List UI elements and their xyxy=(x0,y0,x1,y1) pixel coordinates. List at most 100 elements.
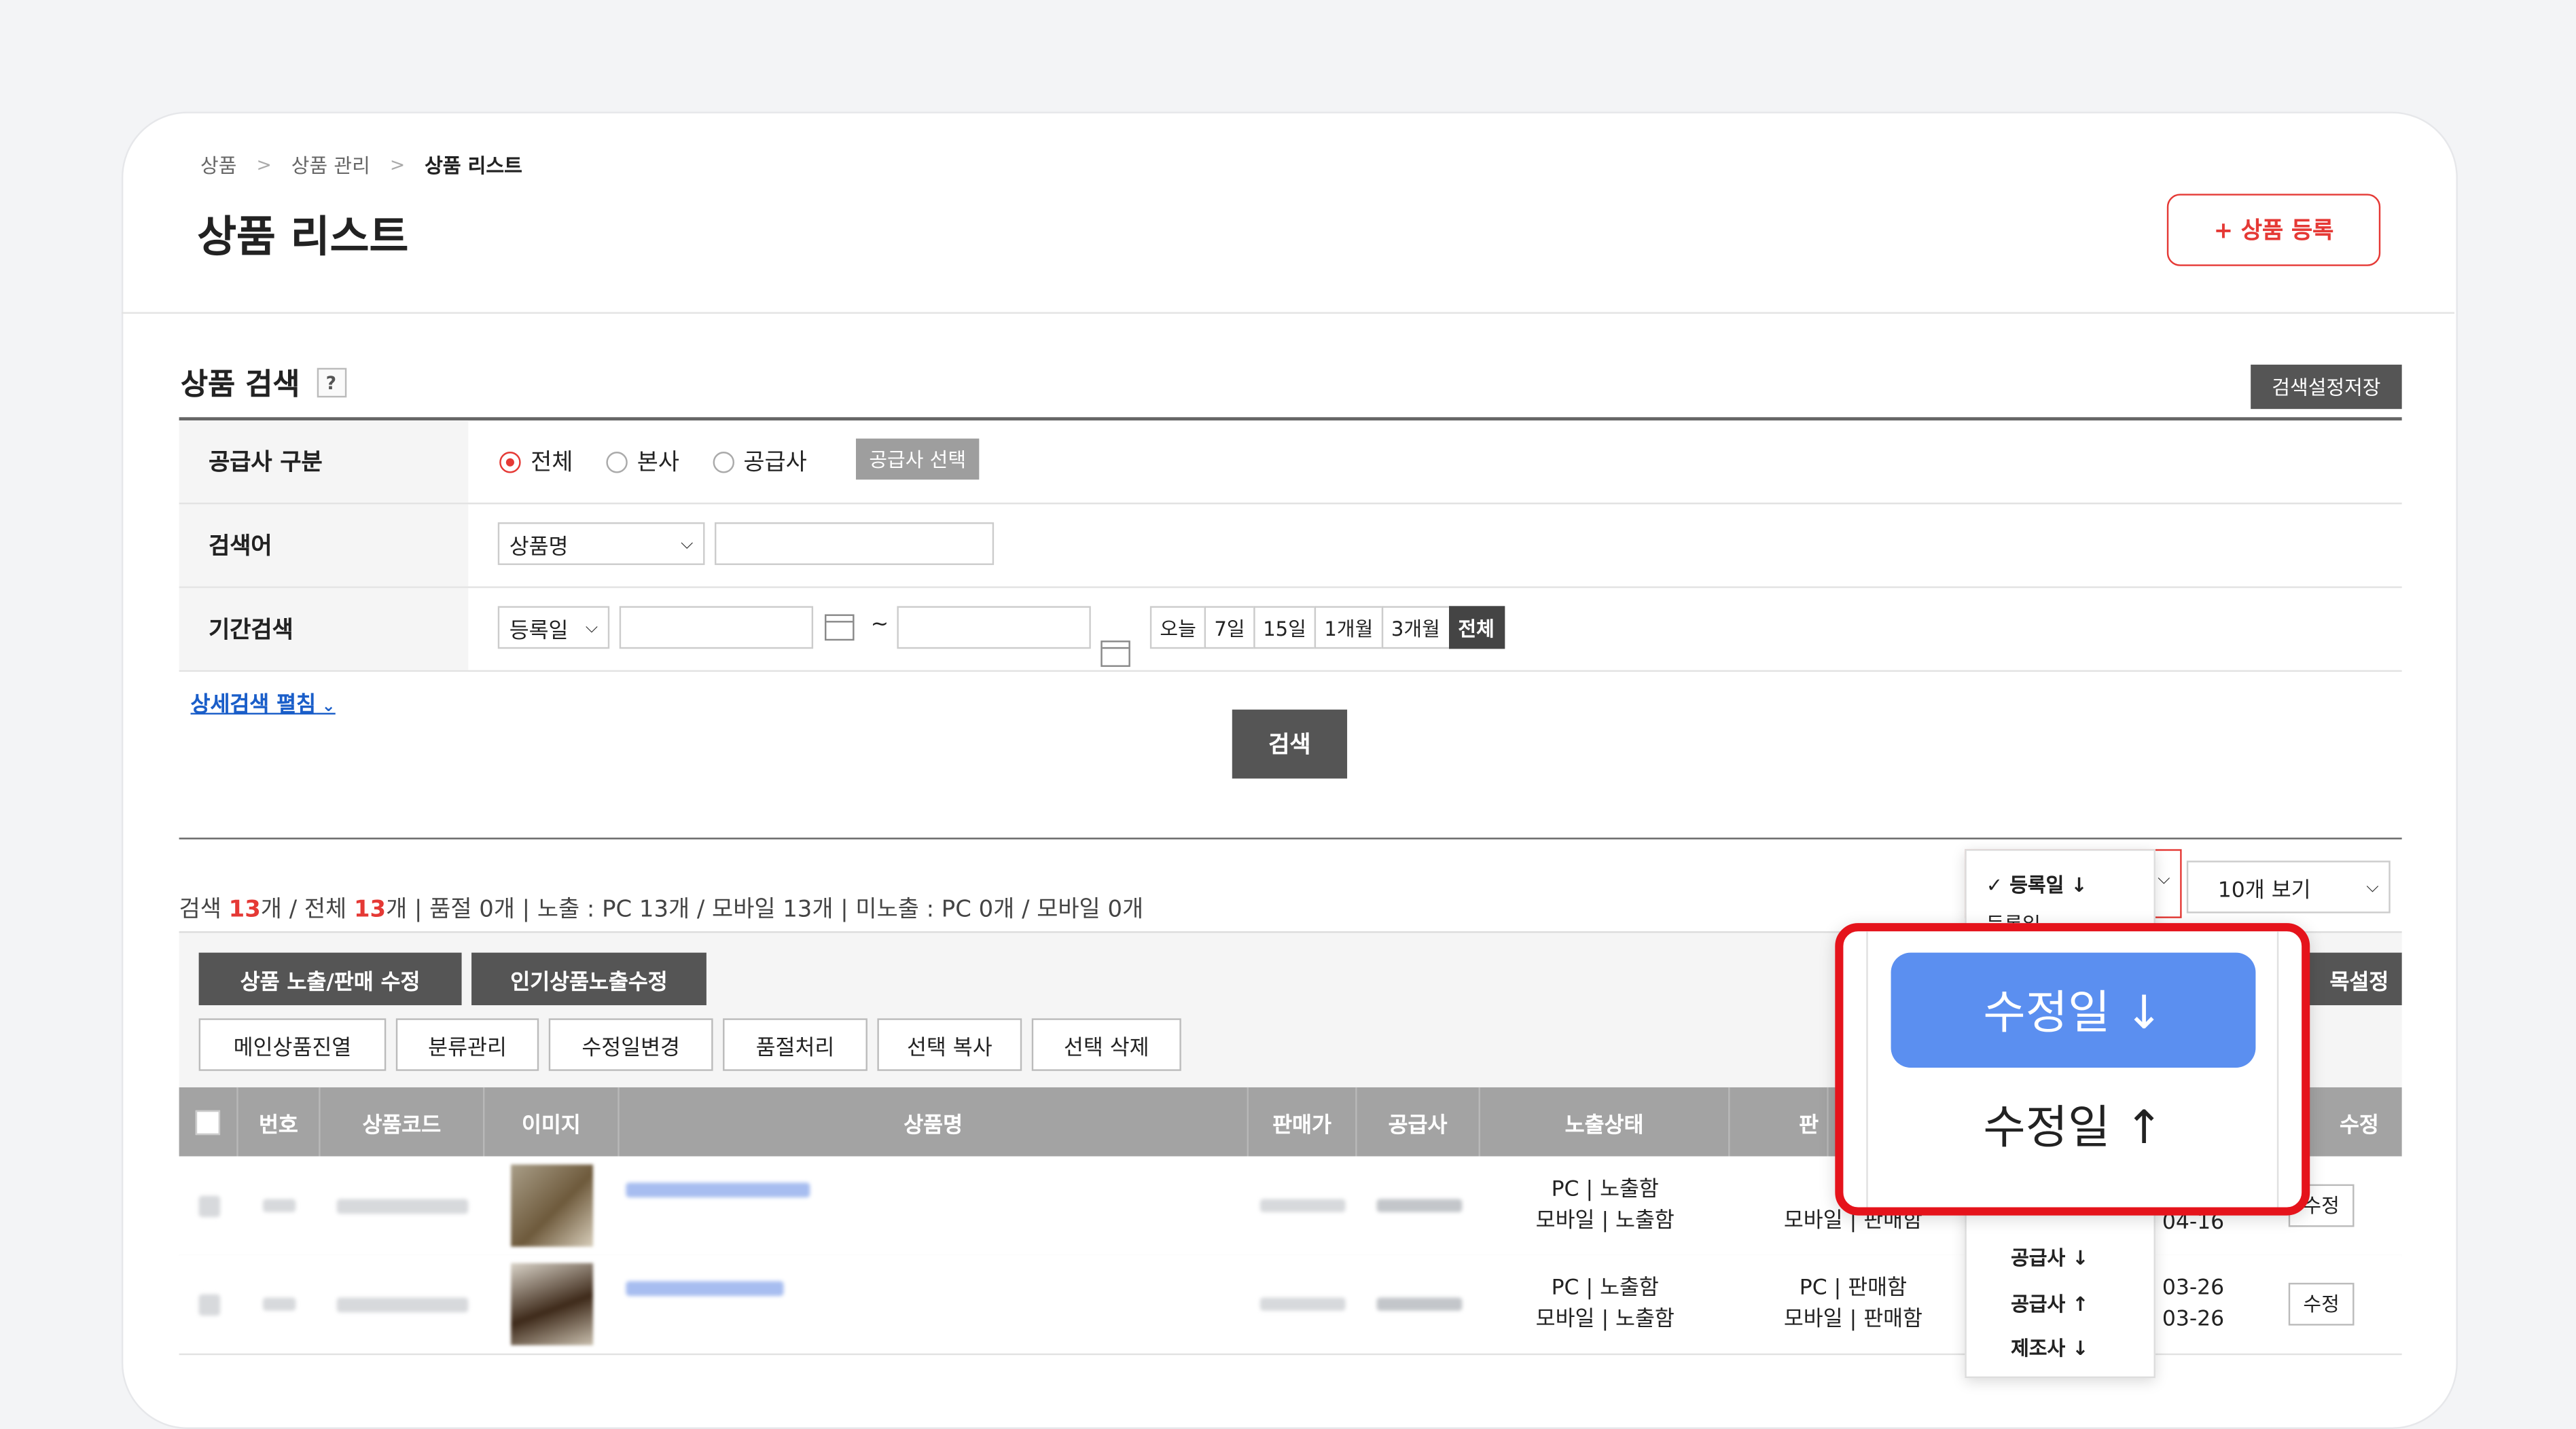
keyword-type-select[interactable]: 상품명 ⌵ xyxy=(497,522,705,565)
count-text: 개 | 품절 0개 | 노출 : PC 13개 / 모바일 13개 | 미노출 … xyxy=(386,897,1144,924)
sort-option-registered-asc[interactable]: 등록일 xyxy=(1967,910,2154,924)
sold-out-button[interactable]: 품절처리 xyxy=(723,1018,867,1071)
col-product-name[interactable]: 상품명 xyxy=(620,1087,1249,1157)
keyword-row: 검색어 상품명 ⌵ xyxy=(179,504,2402,588)
product-name-link[interactable] xyxy=(626,1281,784,1297)
radio-icon xyxy=(499,450,521,473)
radio-all[interactable]: 전체 xyxy=(499,445,573,477)
col-edit: 수정 xyxy=(2339,1113,2379,1138)
divider xyxy=(179,837,2402,839)
sort-option-supplier-asc[interactable]: 공급사 ↑ xyxy=(1967,1289,2154,1317)
count-text: 개 / 전체 xyxy=(260,897,354,924)
change-modified-date-button[interactable]: 수정일변경 xyxy=(548,1018,713,1071)
date-2: 03-26 xyxy=(2162,1307,2225,1333)
divider xyxy=(121,312,2455,314)
select-value: 상품명 xyxy=(509,535,569,560)
col-price[interactable]: 판매가 xyxy=(1249,1087,1357,1157)
search-button[interactable]: 검색 xyxy=(1232,709,1348,779)
keyword-input[interactable] xyxy=(714,522,995,565)
page-title: 상품 리스트 xyxy=(197,213,409,263)
main-display-button[interactable]: 메인상품진열 xyxy=(198,1018,387,1071)
radio-icon xyxy=(605,450,628,473)
sort-option-supplier-desc[interactable]: 공급사 ↓ xyxy=(1967,1244,2154,1271)
period-15d-button[interactable]: 15일 xyxy=(1253,606,1317,649)
period-3m-button[interactable]: 3개월 xyxy=(1381,606,1450,649)
edit-exposure-sale-button[interactable]: 상품 노출/판매 수정 xyxy=(198,952,462,1006)
count-text: 검색 xyxy=(179,897,229,924)
section-title-text: 상품 검색 xyxy=(181,367,300,403)
product-thumbnail[interactable] xyxy=(511,1164,594,1247)
page-size-select[interactable]: 10개 보기 ⌵ xyxy=(2186,861,2391,914)
redacted-text xyxy=(1259,1297,1346,1311)
sort-option-registered-desc[interactable]: 등록일 ↓ xyxy=(1967,871,2154,899)
end-date-input[interactable] xyxy=(897,606,1091,649)
sort-option-manufacturer-desc[interactable]: 제조사 ↓ xyxy=(1967,1334,2154,1362)
row-image xyxy=(484,1157,619,1255)
product-thumbnail[interactable] xyxy=(511,1263,594,1345)
radio-icon xyxy=(712,450,734,473)
period-7d-button[interactable]: 7일 xyxy=(1204,606,1255,649)
register-product-button[interactable]: + 상품 등록 xyxy=(2166,194,2381,266)
redacted-text xyxy=(1376,1297,1462,1311)
searched-count: 13 xyxy=(228,897,261,924)
row-exposure: PC | 노출함 모바일 | 노출함 xyxy=(1480,1157,1730,1255)
row-image xyxy=(484,1255,619,1354)
exposure-mobile: 모바일 | 노출함 xyxy=(1535,1208,1675,1234)
row-checkbox-cell xyxy=(179,1255,238,1354)
edit-button[interactable]: 수정 xyxy=(2288,1282,2355,1326)
period-all-button[interactable]: 전체 xyxy=(1448,606,1505,649)
result-count: 검색 13개 / 전체 13개 | 품절 0개 | 노출 : PC 13개 / … xyxy=(179,892,1144,924)
radio-hq[interactable]: 본사 xyxy=(605,445,680,477)
category-manage-button[interactable]: 분류관리 xyxy=(395,1018,539,1071)
period-today-button[interactable]: 오늘 xyxy=(1149,606,1206,649)
col-supplier[interactable]: 공급사 xyxy=(1357,1087,1480,1157)
redacted-text xyxy=(336,1297,469,1312)
col-sale: 판 xyxy=(1730,1087,1829,1157)
sort-option-modified-asc[interactable]: 수정일 ↑ xyxy=(1891,1076,2256,1174)
calendar-icon[interactable] xyxy=(1101,640,1130,667)
row-supplier xyxy=(1357,1157,1480,1255)
col-product-code[interactable]: 상품코드 xyxy=(321,1087,485,1157)
radio-supplier[interactable]: 공급사 xyxy=(712,445,807,477)
detail-search-toggle[interactable]: 상세검색 펼침 ⌄ xyxy=(191,687,336,718)
select-all-checkbox[interactable] xyxy=(195,1109,221,1134)
row-number xyxy=(238,1157,321,1255)
supplier-radio-group: 전체 본사 공급사 xyxy=(499,445,807,477)
calendar-icon[interactable] xyxy=(825,614,855,641)
exposure-pc: PC | 노출함 xyxy=(1551,1176,1659,1202)
delete-selected-button[interactable]: 선택 삭제 xyxy=(1031,1018,1181,1071)
sale-pc: PC | 판매함 xyxy=(1799,1275,1908,1301)
breadcrumb-item[interactable]: 상품 xyxy=(200,151,236,179)
radio-label: 본사 xyxy=(637,450,680,477)
breadcrumb: 상품 > 상품 관리 > 상품 리스트 xyxy=(200,151,522,179)
row-checkbox[interactable] xyxy=(198,1195,219,1216)
zoom-callout: 수정일 ↓ 수정일 ↑ xyxy=(1835,923,2310,1216)
period-label: 기간검색 xyxy=(179,587,469,670)
supplier-row: 공급사 구분 전체 본사 공급사 공급사 선택 xyxy=(179,420,2402,505)
save-search-settings-button[interactable]: 검색설정저장 xyxy=(2251,364,2402,410)
chevron-right-icon: > xyxy=(256,154,272,176)
supplier-select-button[interactable]: 공급사 선택 xyxy=(855,438,980,480)
row-code xyxy=(321,1157,485,1255)
sort-option-modified-desc[interactable]: 수정일 ↓ xyxy=(1891,952,2256,1068)
start-date-input[interactable] xyxy=(619,606,814,649)
col-number[interactable]: 번호 xyxy=(238,1087,321,1157)
chevron-right-icon: > xyxy=(389,154,406,176)
supplier-label: 공급사 구분 xyxy=(179,420,469,503)
edit-popular-exposure-button[interactable]: 인기상품노출수정 xyxy=(471,952,706,1006)
period-row: 기간검색 등록일 ⌵ ~ 오늘 7일 15일 1개월 3개월 전체 xyxy=(179,587,2402,672)
help-icon[interactable]: ? xyxy=(316,367,346,398)
breadcrumb-item[interactable]: 상품 관리 xyxy=(291,151,370,179)
divider xyxy=(2276,931,2279,1208)
product-name-link[interactable] xyxy=(626,1182,810,1197)
white-action-group: 메인상품진열 분류관리 수정일변경 품절처리 선택 복사 선택 삭제 xyxy=(198,1018,1181,1071)
chevron-down-icon: ⌵ xyxy=(2366,878,2379,897)
row-price xyxy=(1249,1157,1357,1255)
row-checkbox[interactable] xyxy=(198,1293,219,1315)
redacted-text xyxy=(1259,1199,1346,1212)
dark-action-group: 상품 노출/판매 수정 인기상품노출수정 xyxy=(198,952,706,1006)
period-1m-button[interactable]: 1개월 xyxy=(1314,606,1383,649)
copy-selected-button[interactable]: 선택 복사 xyxy=(877,1018,1022,1071)
row-product-name xyxy=(620,1255,1249,1354)
period-type-select[interactable]: 등록일 ⌵ xyxy=(497,606,610,649)
